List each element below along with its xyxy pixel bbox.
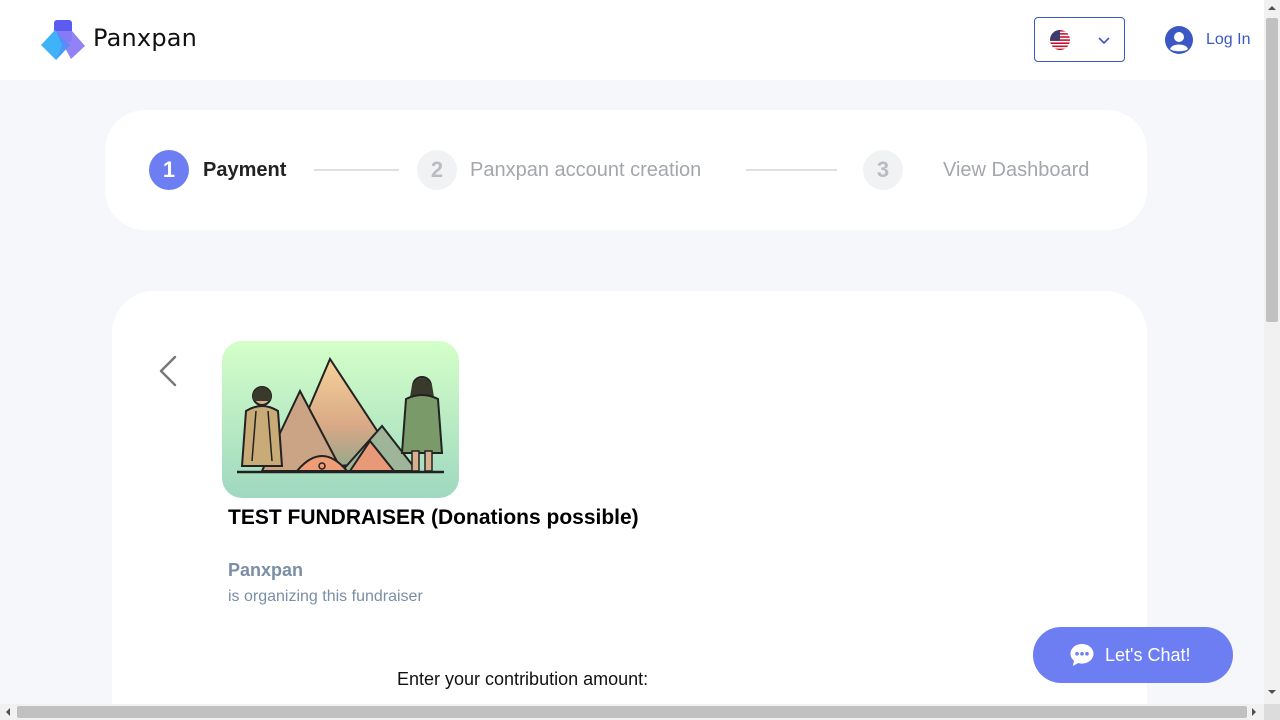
step-1-label: Payment	[203, 159, 287, 181]
fundraiser-image	[222, 341, 459, 498]
scrollbar-corner	[1264, 704, 1280, 720]
contribution-prompt: Enter your contribution amount:	[397, 669, 649, 689]
scroll-down-icon[interactable]	[1268, 688, 1276, 696]
fundraiser-title: TEST FUNDRAISER (Donations possible)	[228, 506, 639, 529]
scroll-left-icon[interactable]	[4, 708, 12, 716]
step-2-label: Panxpan account creation	[470, 159, 702, 181]
chevron-down-icon	[1098, 37, 1110, 45]
step-connector	[746, 169, 837, 171]
vertical-scrollbar[interactable]	[1264, 0, 1280, 704]
brand-name[interactable]: Panxpan	[93, 24, 197, 52]
organizer-name[interactable]: Panxpan	[228, 560, 303, 581]
organizer-caption: is organizing this fundraiser	[228, 588, 423, 605]
language-select[interactable]	[1034, 17, 1125, 62]
us-flag-icon	[1050, 30, 1070, 50]
user-avatar-icon	[1165, 26, 1193, 54]
back-arrow-icon[interactable]	[155, 354, 181, 388]
chat-bubble-icon	[1070, 644, 1094, 666]
panxpan-logo-icon[interactable]	[40, 19, 86, 61]
login-label: Log In	[1206, 31, 1251, 48]
vertical-scroll-thumb[interactable]	[1266, 18, 1278, 322]
scroll-up-icon[interactable]	[1268, 4, 1276, 12]
horizontal-scroll-thumb[interactable]	[17, 706, 1247, 718]
horizontal-scrollbar[interactable]	[0, 704, 1264, 720]
scroll-right-icon[interactable]	[1250, 708, 1258, 716]
checkout-stepper: 1 Payment 2 Panxpan account creation 3 V…	[105, 110, 1147, 230]
chat-label: Let's Chat!	[1105, 645, 1191, 665]
step-1-number: 1	[149, 150, 189, 190]
step-3-label: View Dashboard	[943, 159, 1090, 181]
step-connector	[314, 169, 399, 171]
chat-button[interactable]: Let's Chat!	[1033, 627, 1233, 683]
step-3-number: 3	[863, 150, 903, 190]
top-header: Panxpan Log In	[0, 0, 1264, 80]
step-2-number: 2	[417, 150, 457, 190]
